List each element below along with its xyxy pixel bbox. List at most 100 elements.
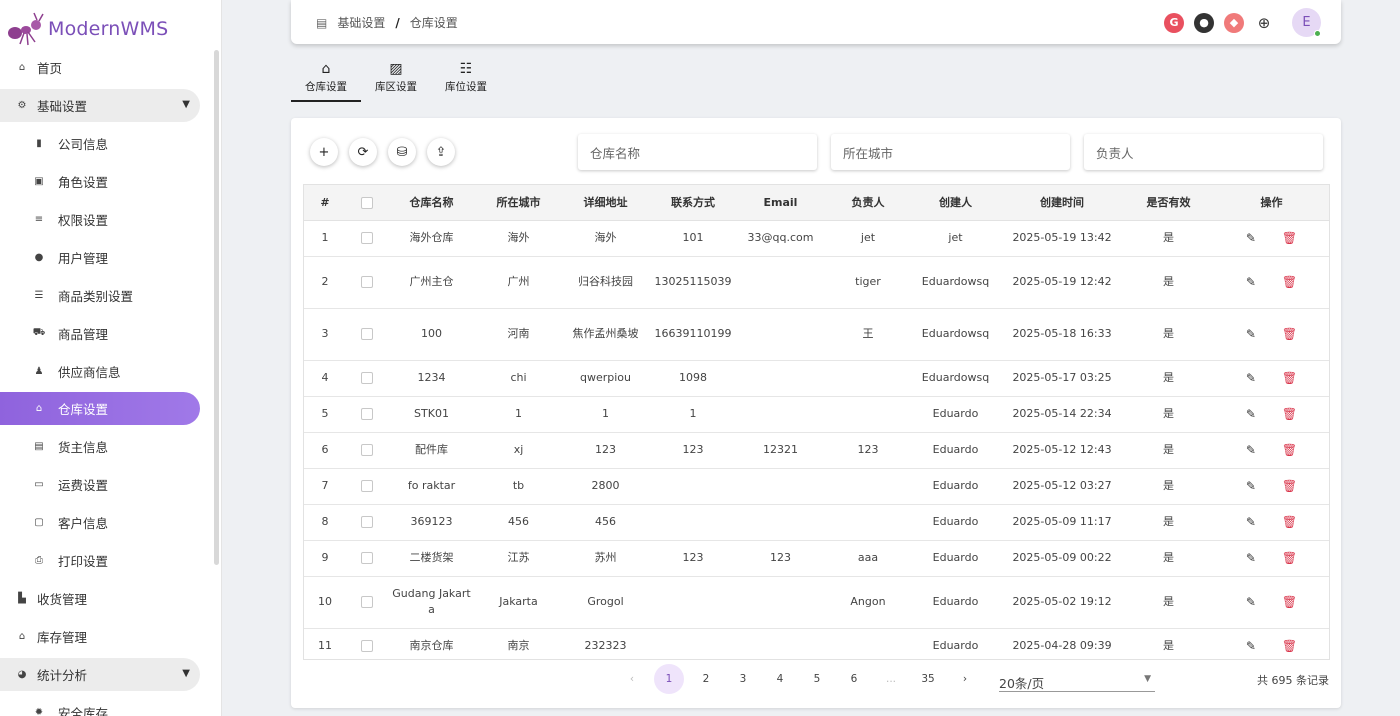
sidebar-item-company-info[interactable]: ▮ 公司信息: [0, 127, 200, 160]
sidebar-item-inventory[interactable]: ⌂ 库存管理: [0, 620, 200, 653]
edit-icon[interactable]: ✎: [1246, 638, 1256, 654]
gitee-icon[interactable]: G: [1164, 13, 1184, 33]
sidebar-item-supplier-info[interactable]: ♟ 供应商信息: [0, 355, 200, 388]
breadcrumb-parent[interactable]: 基础设置: [337, 14, 385, 31]
delete-icon[interactable]: 🗑︎: [1282, 370, 1297, 386]
sidebar-item-warehouse-settings[interactable]: ⌂ 仓库设置: [0, 392, 200, 425]
page-button[interactable]: 3: [728, 664, 758, 694]
sidebar-item-safety-stock[interactable]: ✹ 安全库存: [0, 696, 200, 716]
sidebar-item-basic-settings[interactable]: ⚙ 基础设置 ▼: [0, 89, 200, 122]
receiving-icon: ▙: [15, 593, 29, 604]
page-button[interactable]: 4: [765, 664, 795, 694]
page-button[interactable]: 6: [839, 664, 869, 694]
sidebar-item-product-management[interactable]: ⛟ 商品管理: [0, 317, 200, 350]
column-header[interactable]: 负责人: [824, 185, 912, 220]
total-records: 共 695 条记录: [1257, 672, 1329, 688]
row-checkbox[interactable]: [361, 480, 373, 492]
phone-cell: 101: [649, 220, 737, 256]
sidebar-item-home[interactable]: ⌂ 首页: [0, 51, 200, 84]
delete-icon[interactable]: 🗑︎: [1282, 230, 1297, 246]
sidebar-item-customer-info[interactable]: ▢ 客户信息: [0, 506, 200, 539]
globe-icon[interactable]: ⊕: [1254, 13, 1274, 33]
filter-button[interactable]: ⛁: [388, 138, 416, 166]
add-button[interactable]: +: [310, 138, 338, 166]
page-button[interactable]: 2: [691, 664, 721, 694]
edit-icon[interactable]: ✎: [1246, 230, 1256, 246]
delete-icon[interactable]: 🗑︎: [1282, 514, 1297, 530]
sidebar-item-user-management[interactable]: ● 用户管理: [0, 241, 200, 274]
delete-icon[interactable]: 🗑︎: [1282, 326, 1297, 342]
row-checkbox[interactable]: [361, 596, 373, 608]
edit-icon[interactable]: ✎: [1246, 406, 1256, 422]
tab-location-settings[interactable]: ☷ 库位设置: [431, 58, 501, 102]
sidebar-item-freight-settings[interactable]: ▭ 运费设置: [0, 468, 200, 501]
edit-icon[interactable]: ✎: [1246, 370, 1256, 386]
prev-page-button[interactable]: ‹: [617, 664, 647, 694]
warehouse-icon: ⌂: [15, 631, 29, 642]
delete-icon[interactable]: 🗑︎: [1282, 638, 1297, 654]
sidebar-scrollbar[interactable]: [214, 50, 219, 565]
sidebar-item-receiving[interactable]: ▙ 收货管理: [0, 582, 200, 615]
edit-icon[interactable]: ✎: [1246, 274, 1256, 290]
column-header[interactable]: 是否有效: [1125, 185, 1212, 220]
row-checkbox[interactable]: [361, 372, 373, 384]
address-cell: 456: [562, 504, 649, 540]
row-checkbox[interactable]: [361, 516, 373, 528]
row-checkbox[interactable]: [361, 328, 373, 340]
page-button[interactable]: 5: [802, 664, 832, 694]
edit-icon[interactable]: ✎: [1246, 514, 1256, 530]
row-checkbox[interactable]: [361, 640, 373, 652]
warehouse-table: # 仓库名称 所在城市 详细地址 联系方式 Email 负责人 创建人 创建时间…: [303, 184, 1330, 660]
edit-icon[interactable]: ✎: [1246, 326, 1256, 342]
ant-logo-icon: [6, 11, 46, 47]
refresh-button[interactable]: ⟳: [349, 138, 377, 166]
export-button[interactable]: ⇪: [427, 138, 455, 166]
is-valid-cell: 是: [1125, 432, 1212, 468]
column-header[interactable]: 详细地址: [562, 185, 649, 220]
delete-icon[interactable]: 🗑︎: [1282, 274, 1297, 290]
page-button[interactable]: 1: [654, 664, 684, 694]
app-logo[interactable]: ModernWMS: [6, 10, 168, 48]
column-header[interactable]: 所在城市: [475, 185, 562, 220]
column-header[interactable]: 创建时间: [999, 185, 1125, 220]
edit-icon[interactable]: ✎: [1246, 550, 1256, 566]
delete-icon[interactable]: 🗑︎: [1282, 478, 1297, 494]
row-checkbox[interactable]: [361, 552, 373, 564]
row-checkbox[interactable]: [361, 276, 373, 288]
sidebar-item-category-settings[interactable]: ☰ 商品类别设置: [0, 279, 200, 312]
github-icon[interactable]: ●: [1194, 13, 1214, 33]
select-all-checkbox[interactable]: [361, 197, 373, 209]
sidebar-item-permission-settings[interactable]: ≡ 权限设置: [0, 203, 200, 236]
column-header[interactable]: 联系方式: [649, 185, 737, 220]
delete-icon[interactable]: 🗑︎: [1282, 406, 1297, 422]
tab-warehouse-settings[interactable]: ⌂ 仓库设置: [291, 58, 361, 102]
tab-area-settings[interactable]: ▨ 库区设置: [361, 58, 431, 102]
column-header[interactable]: 仓库名称: [388, 185, 475, 220]
badge-icon: ▣: [32, 176, 46, 187]
row-checkbox[interactable]: [361, 232, 373, 244]
sidebar-item-owner-info[interactable]: ▤ 货主信息: [0, 430, 200, 463]
edit-icon[interactable]: ✎: [1246, 478, 1256, 494]
row-checkbox[interactable]: [361, 444, 373, 456]
contact-person-input[interactable]: 负责人: [1084, 134, 1323, 170]
next-page-button[interactable]: ›: [950, 664, 980, 694]
warehouse-name-input[interactable]: 仓库名称: [578, 134, 817, 170]
page-size-select[interactable]: 20条/页 ▼: [999, 668, 1155, 692]
edit-icon[interactable]: ✎: [1246, 594, 1256, 610]
sidebar-item-role-settings[interactable]: ▣ 角色设置: [0, 165, 200, 198]
sidebar-item-print-settings[interactable]: ⎙ 打印设置: [0, 544, 200, 577]
delete-icon[interactable]: 🗑︎: [1282, 442, 1297, 458]
column-header[interactable]: Email: [737, 185, 824, 220]
select-cell: [346, 360, 388, 396]
page-button[interactable]: 35: [913, 664, 943, 694]
select-cell: [346, 504, 388, 540]
sidebar-item-statistics[interactable]: ◕ 统计分析 ▼: [0, 658, 200, 691]
city-input[interactable]: 所在城市: [831, 134, 1070, 170]
avatar[interactable]: E: [1292, 8, 1321, 37]
row-checkbox[interactable]: [361, 408, 373, 420]
column-header[interactable]: 创建人: [912, 185, 999, 220]
delete-icon[interactable]: 🗑︎: [1282, 594, 1297, 610]
gitcode-icon[interactable]: ◆: [1224, 13, 1244, 33]
edit-icon[interactable]: ✎: [1246, 442, 1256, 458]
delete-icon[interactable]: 🗑︎: [1282, 550, 1297, 566]
